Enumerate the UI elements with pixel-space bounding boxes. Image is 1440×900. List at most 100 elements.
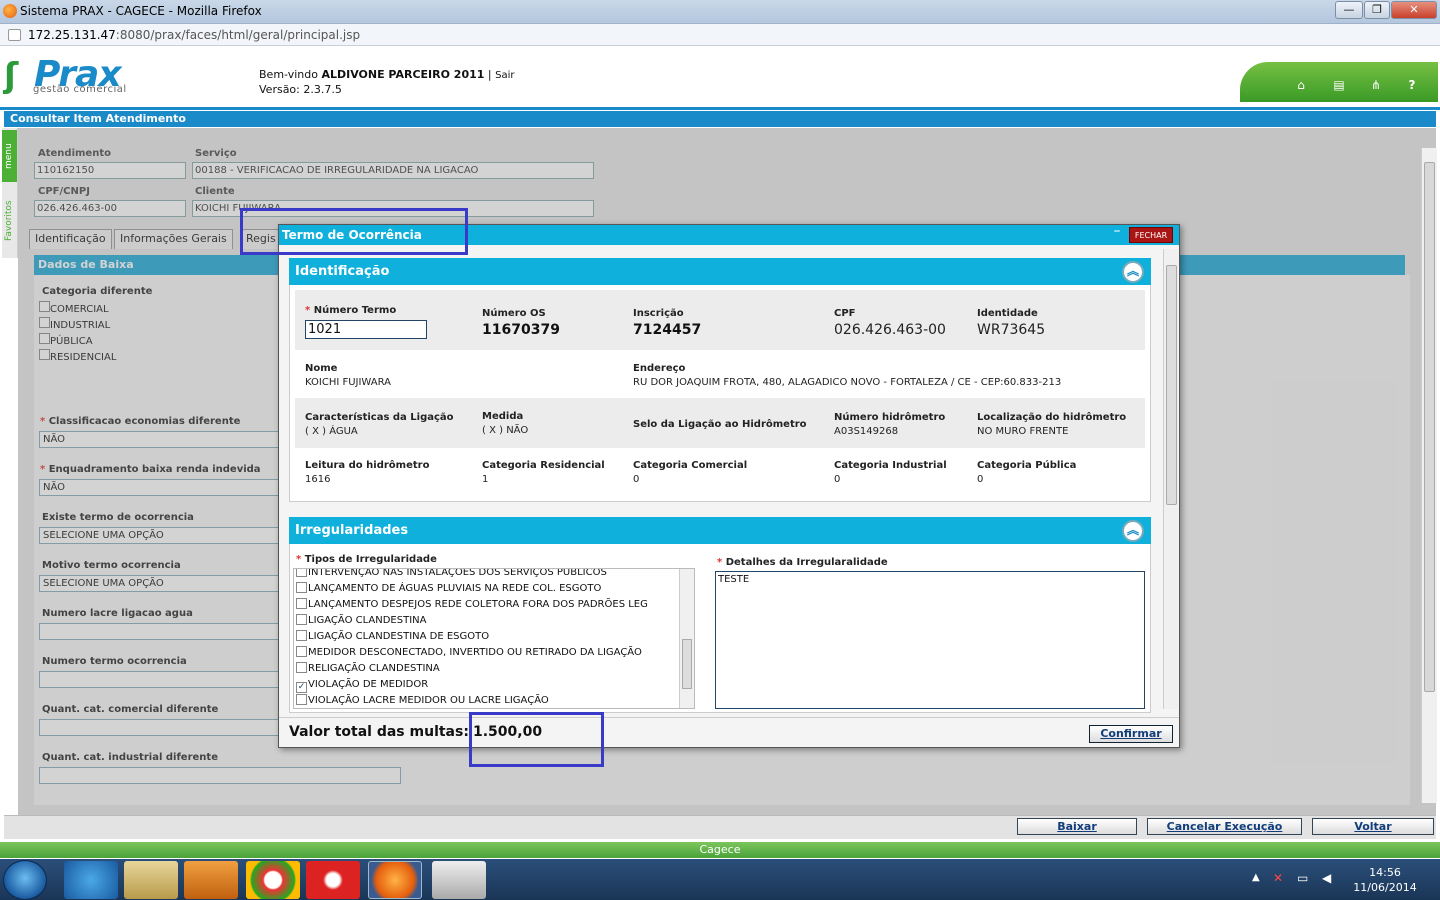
checkbox[interactable] [296,630,307,641]
identidade-label: Identidade [977,308,1038,319]
monitor-icon[interactable]: ▭ [1297,871,1308,885]
irregularidade-label: INTERVENÇAO NAS INSTALAÇOES DOS SERVIÇOS… [308,568,607,578]
window-titlebar: Sistema PRAX - CAGECE - Mozilla Firefox … [0,0,1440,24]
caracteristicas-value: ( X ) ÁGUA [305,426,358,437]
confirm-button[interactable]: Confirmar [1089,725,1173,743]
irregularidade-item[interactable]: LANÇAMENTO DESPEJOS REDE COLETORA FORA D… [294,597,694,613]
cpf-value: 026.426.463-00 [834,322,946,338]
app-icon[interactable] [306,861,360,899]
inscricao-value: 7124457 [633,322,702,338]
close-window-button[interactable]: ✕ [1391,1,1437,19]
irregularidade-item[interactable]: LIGAÇÃO CLANDESTINA [294,613,694,629]
irregularidade-item[interactable]: LIGAÇÃO CLANDESTINA DE ESGOTO [294,629,694,645]
address-bar[interactable]: 172.25.131.47:8080/prax/faces/html/geral… [0,24,1440,46]
medida-label: Medida [482,411,524,422]
highlight-box-title [240,208,468,255]
cat-res-value: 1 [482,474,489,485]
start-button[interactable] [3,860,47,900]
ie-icon[interactable] [64,861,118,899]
folder-icon[interactable] [124,861,178,899]
network-error-icon[interactable]: ✕ [1273,871,1283,885]
dialog-minimize-icon[interactable]: – [1110,224,1124,238]
cpf-label: CPF [834,308,856,319]
leitura-value: 1616 [305,474,331,485]
irregularidades-header: Irregularidades [289,517,1151,544]
dialog-scrollbar[interactable] [1163,249,1178,709]
dialog-close-button[interactable]: FECHAR [1129,227,1173,243]
localizacao-label: Localização do hidrômetro [977,412,1127,423]
cat-pub-label: Categoria Pública [977,460,1077,471]
sitemap-icon[interactable]: ⋔ [1369,78,1383,92]
clock[interactable]: 14:56 11/06/2014 [1340,865,1430,895]
baixar-button[interactable]: Baixar [1017,818,1137,835]
tray-arrow-icon[interactable]: ▲ [1252,872,1260,883]
clock-date: 11/06/2014 [1353,881,1417,894]
cagece-footer: Cagece [0,842,1440,858]
favorites-tab[interactable]: Favoritos [2,186,17,256]
checkbox[interactable] [296,614,307,625]
cat-com-value: 0 [633,474,640,485]
list-scrollbar[interactable] [679,569,694,708]
list-scrollbar-thumb[interactable] [682,639,692,689]
window-title: Sistema PRAX - CAGECE - Mozilla Firefox [20,4,262,18]
help-icon[interactable]: ? [1405,78,1419,92]
url-text[interactable]: 172.25.131.47:8080/prax/faces/html/geral… [28,28,360,42]
minimize-button[interactable]: — [1335,1,1363,19]
irregularidade-label: VIOLAÇÃO LACRE MEDIDOR OU LACRE LIGAÇÃO [308,695,549,706]
irregularidade-item[interactable]: MEDIDOR DESCONECTADO, INVERTIDO OU RETIR… [294,645,694,661]
volume-icon[interactable]: ◀ [1322,871,1331,885]
identificacao-header: Identificação [289,258,1151,285]
leitura-label: Leitura do hidrômetro [305,460,430,471]
media-player-icon[interactable] [184,861,238,899]
print-icon[interactable]: ▤ [1332,78,1346,92]
tipos-label: * Tipos de Irregularidade [296,554,437,565]
nome-label: Nome [305,363,338,374]
version-text: Versão: 2.3.7.5 [259,83,342,96]
chrome-icon[interactable] [246,861,300,899]
dialog-scrollbar-thumb[interactable] [1166,265,1177,505]
collapse-up-icon[interactable]: ︽ [1122,261,1144,283]
home-icon[interactable]: ⌂ [1294,78,1308,92]
medida-value: ( X ) NÃO [482,425,529,436]
irregularidade-label: VIOLAÇÃO DE MEDIDOR [308,679,429,690]
irregularidade-item[interactable]: ✓ VIOLAÇÃO DE MEDIDOR [294,677,694,693]
detalhes-label: * Detalhes da Irregularalidade [717,557,888,568]
cancelar-execucao-button[interactable]: Cancelar Execução [1147,818,1302,835]
checkbox[interactable] [296,662,307,673]
checkbox[interactable] [296,646,307,657]
menu-tab[interactable]: menu [2,130,17,182]
restore-button[interactable]: ❐ [1364,1,1390,19]
irregularidade-label: LIGAÇÃO CLANDESTINA [308,615,427,626]
identidade-value: WR73645 [977,322,1046,338]
nome-value: KOICHI FUJIWARA [305,377,391,388]
user-name: ALDIVONE PARCEIRO 2011 [321,68,485,81]
app-logo-subtitle: gestão comercial [33,84,127,95]
firefox-icon [3,4,17,18]
main-scrollbar[interactable] [1421,148,1437,803]
localizacao-value: NO MURO FRENTE [977,426,1069,437]
checked-checkbox[interactable]: ✓ [296,682,307,693]
scrollbar-thumb[interactable] [1424,162,1435,692]
num-hidrometro-label: Número hidrômetro [834,412,946,423]
checkbox[interactable] [296,598,307,609]
irregularidade-item[interactable]: RELIGAÇÃO CLANDESTINA [294,661,694,677]
collapse-up-icon[interactable]: ︽ [1122,520,1144,542]
page-icon [8,29,21,41]
cat-ind-label: Categoria Industrial [834,460,947,471]
irregularidade-item[interactable]: INTERVENÇAO NAS INSTALAÇOES DOS SERVIÇOS… [294,568,694,581]
firefox-taskbar-icon[interactable] [368,861,422,899]
checkbox[interactable] [296,569,307,577]
irregularidades-list[interactable]: INTERVENÇAO NAS INSTALAÇOES DOS SERVIÇOS… [293,568,695,709]
numero-os-label: Número OS [482,308,546,319]
logout-link[interactable]: Sair [495,70,514,81]
numero-termo-input[interactable]: 1021 [305,320,427,339]
notepad-icon[interactable] [432,861,486,899]
irregularidade-item[interactable]: LANÇAMENTO DE ÁGUAS PLUVIAIS NA REDE COL… [294,581,694,597]
clock-time: 14:56 [1369,866,1401,879]
checkbox[interactable] [296,582,307,593]
numero-os-value: 11670379 [482,322,560,338]
irregularidade-item[interactable]: VIOLAÇÃO LACRE MEDIDOR OU LACRE LIGAÇÃO [294,693,694,708]
voltar-button[interactable]: Voltar [1312,818,1434,835]
checkbox[interactable] [296,694,307,705]
detalhes-textarea[interactable]: TESTE [715,571,1145,709]
